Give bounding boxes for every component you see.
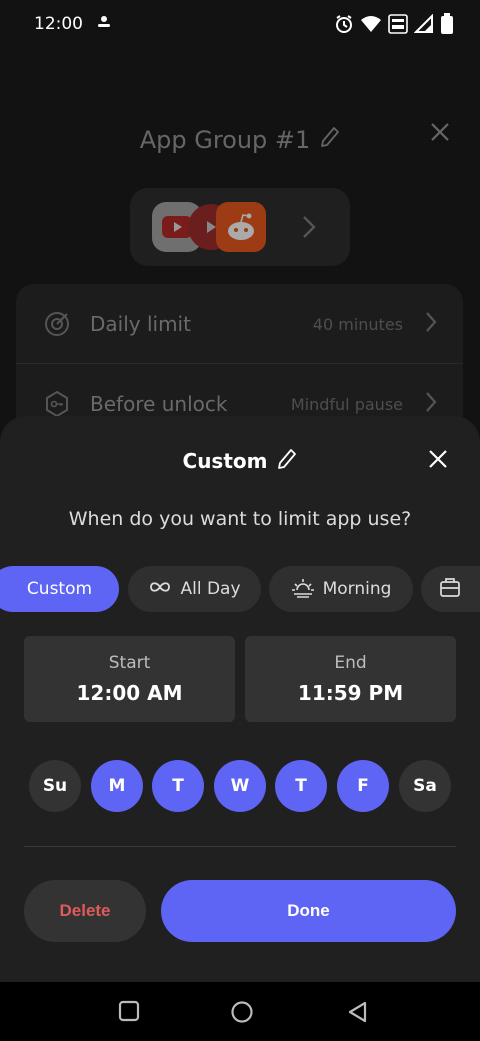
wifi-icon <box>360 15 382 33</box>
sunrise-icon <box>291 576 315 603</box>
close-icon[interactable] <box>428 449 448 473</box>
status-bar: 12:00 <box>0 0 480 48</box>
chip-work[interactable] <box>421 566 480 612</box>
target-icon <box>42 309 72 339</box>
briefcase-icon <box>439 576 461 603</box>
start-label: Start <box>108 653 151 673</box>
chip-morning[interactable]: Morning <box>269 566 413 612</box>
day-monday[interactable]: M <box>91 760 143 812</box>
chip-label: Morning <box>322 579 392 599</box>
recents-icon[interactable] <box>118 1000 140 1026</box>
daily-limit-row: Daily limit 40 minutes <box>16 284 463 364</box>
day-friday[interactable]: F <box>337 760 389 812</box>
close-icon <box>430 122 450 146</box>
app-icons-group <box>130 188 350 266</box>
end-time-picker[interactable]: End 11:59 PM <box>245 636 456 722</box>
schedule-question: When do you want to limit app use? <box>68 508 412 530</box>
volte-icon <box>388 14 408 34</box>
chevron-right-icon <box>425 311 437 337</box>
status-time: 12:00 <box>34 14 83 34</box>
app-group-header: App Group #1 <box>0 118 480 162</box>
divider <box>24 846 456 847</box>
day-wednesday[interactable]: W <box>214 760 266 812</box>
preset-chips: Custom All Day Morning <box>0 566 480 612</box>
day-tuesday[interactable]: T <box>152 760 204 812</box>
day-saturday[interactable]: Sa <box>399 760 451 812</box>
start-time-value: 12:00 AM <box>76 681 183 705</box>
weekday-selector: Su M T W T F Sa <box>0 760 480 812</box>
before-unlock-label: Before unlock <box>90 392 228 416</box>
delete-button[interactable]: Delete <box>24 880 146 942</box>
daily-limit-label: Daily limit <box>90 312 191 336</box>
back-icon[interactable] <box>346 1000 368 1028</box>
infinity-icon <box>148 579 172 599</box>
home-icon[interactable] <box>230 1000 254 1028</box>
end-time-value: 11:59 PM <box>297 681 404 705</box>
day-thursday[interactable]: T <box>275 760 327 812</box>
account-icon <box>97 14 111 34</box>
chevron-right-icon <box>302 215 316 245</box>
signal-icon <box>414 14 434 34</box>
chip-custom[interactable]: Custom <box>0 566 119 612</box>
edit-title-icon[interactable] <box>277 448 297 475</box>
sheet-title-row: Custom <box>0 446 480 476</box>
schedule-sheet: Custom When do you want to limit app use… <box>0 416 480 982</box>
daily-limit-value: 40 minutes <box>312 314 403 334</box>
sheet-title: Custom <box>182 449 268 473</box>
chip-all-day[interactable]: All Day <box>128 566 261 612</box>
reddit-app-icon <box>216 202 266 252</box>
chevron-right-icon <box>425 391 437 417</box>
pencil-icon <box>320 126 340 154</box>
chip-label: Custom <box>26 579 93 599</box>
key-icon <box>42 389 72 419</box>
start-time-picker[interactable]: Start 12:00 AM <box>24 636 235 722</box>
done-button[interactable]: Done <box>161 880 456 942</box>
battery-icon <box>440 13 454 35</box>
before-unlock-value: Mindful pause <box>290 394 403 414</box>
navigation-bar <box>0 982 480 1041</box>
day-sunday[interactable]: Su <box>29 760 81 812</box>
end-label: End <box>334 653 367 673</box>
app-group-title: App Group #1 <box>139 126 311 154</box>
alarm-icon <box>334 14 354 34</box>
chip-label: All Day <box>180 579 241 599</box>
